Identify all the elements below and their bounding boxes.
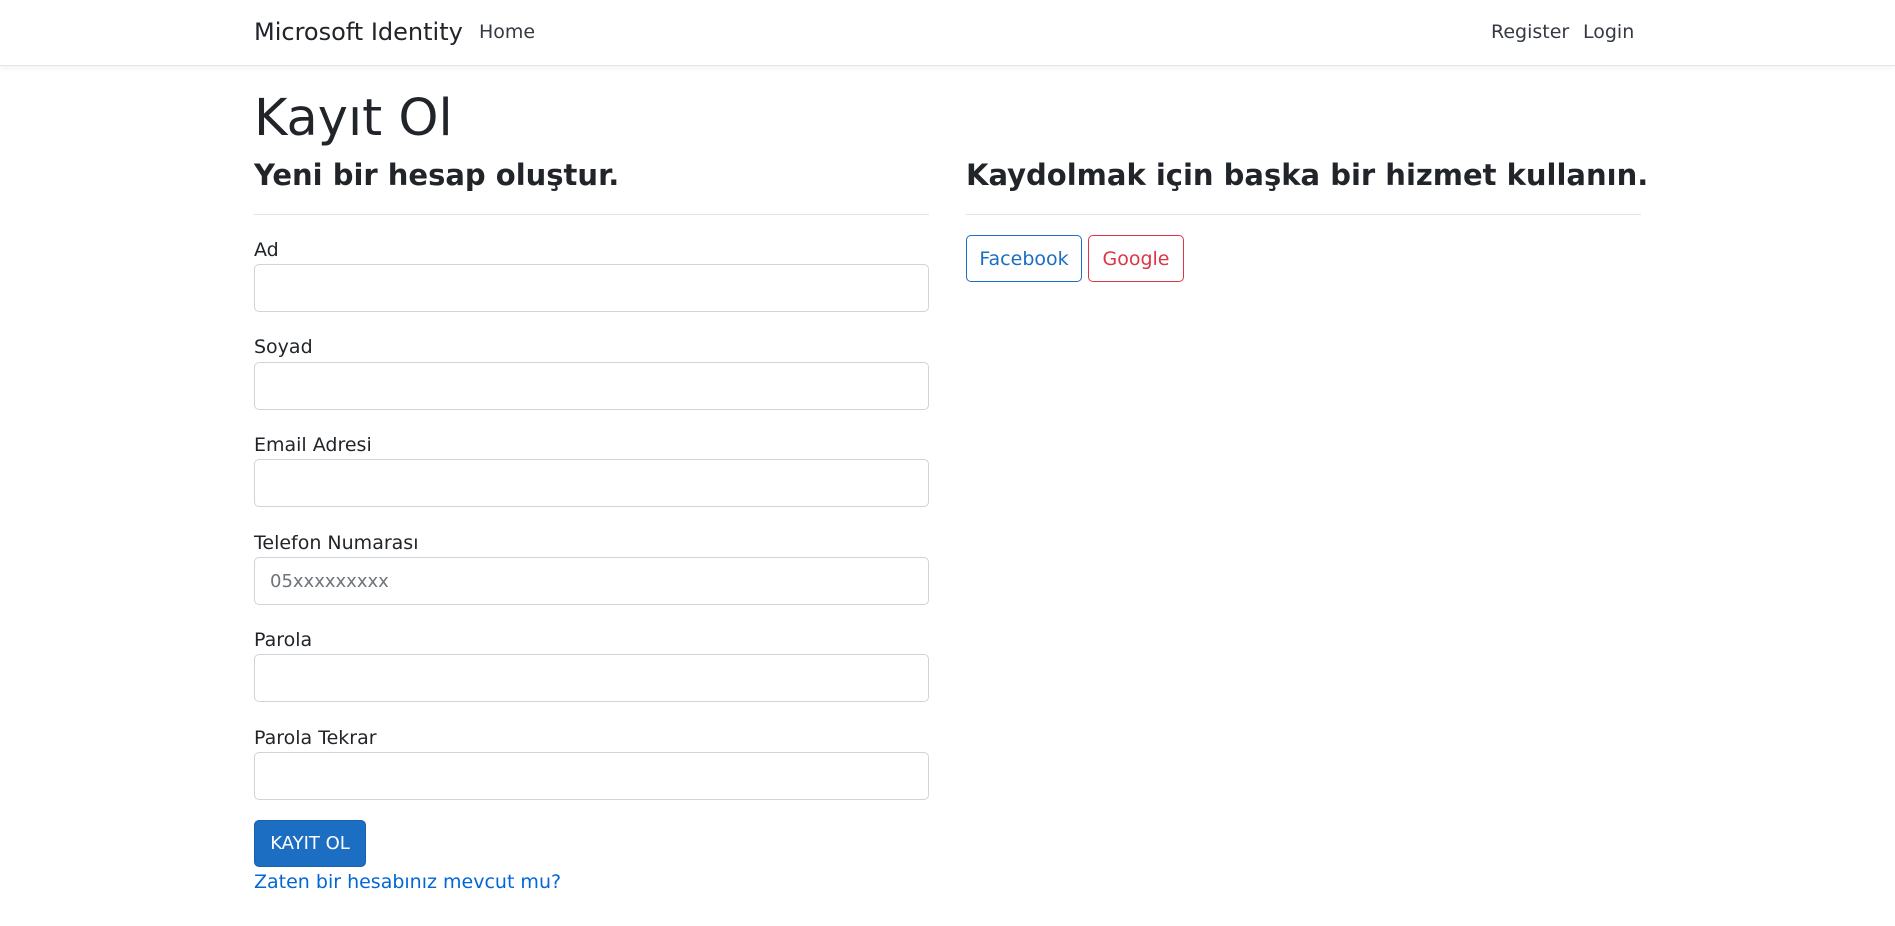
divider	[966, 214, 1641, 215]
google-button[interactable]: Google	[1088, 235, 1184, 282]
first-name-label: Ad	[254, 239, 279, 261]
nav-register-link[interactable]: Register	[1491, 21, 1569, 43]
phone-input[interactable]	[254, 557, 929, 605]
existing-account-link[interactable]: Zaten bir hesabınız mevcut mu?	[254, 871, 561, 893]
nav-home-link[interactable]: Home	[479, 21, 535, 43]
password-input[interactable]	[254, 654, 929, 702]
divider	[254, 214, 929, 215]
external-login-heading: Kaydolmak için başka bir hizmet kullanın…	[966, 158, 1649, 192]
top-navbar: Microsoft Identity Home Register Login	[0, 0, 1895, 66]
register-submit-button[interactable]: KAYIT OL	[254, 820, 366, 867]
register-form-heading: Yeni bir hesap oluştur.	[254, 158, 620, 192]
email-label: Email Adresi	[254, 434, 372, 456]
nav-login-link[interactable]: Login	[1583, 21, 1634, 43]
email-input[interactable]	[254, 459, 929, 507]
brand-link[interactable]: Microsoft Identity	[254, 18, 463, 46]
last-name-input[interactable]	[254, 362, 929, 410]
confirm-password-input[interactable]	[254, 752, 929, 800]
first-name-input[interactable]	[254, 264, 929, 312]
confirm-password-label: Parola Tekrar	[254, 727, 377, 749]
facebook-button[interactable]: Facebook	[966, 235, 1082, 282]
password-label: Parola	[254, 629, 313, 651]
page-title: Kayıt Ol	[254, 89, 453, 148]
last-name-label: Soyad	[254, 336, 313, 358]
phone-label: Telefon Numarası	[254, 532, 419, 554]
